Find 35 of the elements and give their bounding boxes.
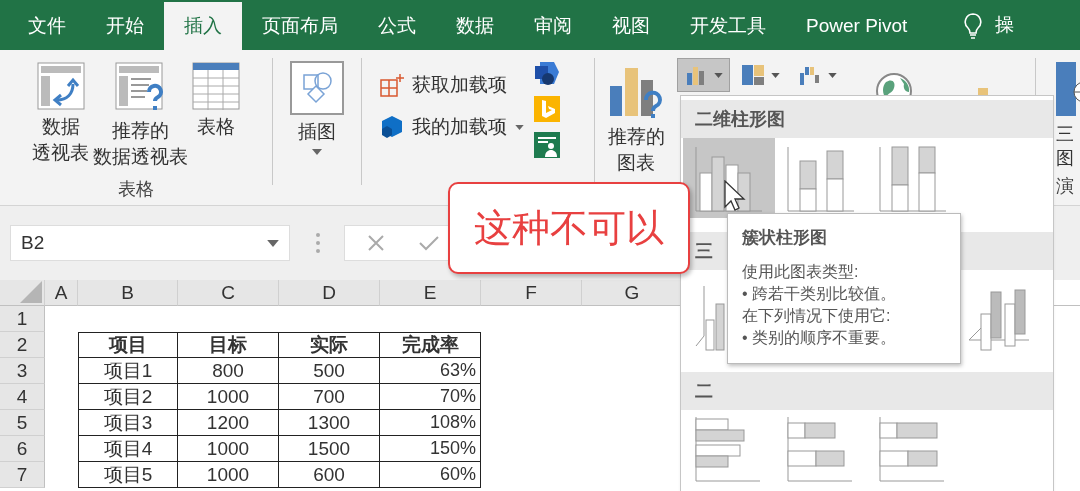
table-cell: 项目3: [78, 410, 178, 436]
table-cell: 项目2: [78, 384, 178, 410]
callout-box: 这种不可以: [448, 182, 690, 274]
tooltip-text: • 类别的顺序不重要。: [742, 328, 898, 348]
table-cell: 800: [178, 358, 279, 384]
table-cell: 60%: [380, 462, 481, 488]
table-cell: 1000: [178, 462, 279, 488]
table-cell: 1000: [178, 436, 279, 462]
table-header-cell: 实际: [279, 332, 380, 358]
table-cell: 1500: [279, 436, 380, 462]
table-cell: 700: [279, 384, 380, 410]
group-label: 演: [1056, 175, 1074, 198]
table-cell: 项目1: [78, 358, 178, 384]
tooltip-text: 使用此图表类型:: [742, 262, 860, 282]
table-cell: 500: [279, 358, 380, 384]
table-cell: 63%: [380, 358, 481, 384]
table-cell: 项目5: [78, 462, 178, 488]
tooltip-text: • 跨若干类别比较值。: [742, 284, 898, 304]
table-cell: 1300: [279, 410, 380, 436]
tooltip-text: 在下列情况下使用它:: [742, 306, 892, 326]
table-header-cell: 项目: [78, 332, 178, 358]
section-heading: 三: [695, 240, 713, 263]
section-heading: 二: [695, 380, 713, 403]
section-heading: 二维柱形图: [695, 108, 785, 131]
table-cell: 108%: [380, 410, 481, 436]
table-header-cell: 完成率: [380, 332, 481, 358]
table-cell: 70%: [380, 384, 481, 410]
table-cell: 1000: [178, 384, 279, 410]
table-header-cell: 目标: [178, 332, 279, 358]
table-cell: 1200: [178, 410, 279, 436]
table-cell: 150%: [380, 436, 481, 462]
table-cell: 600: [279, 462, 380, 488]
tooltip-title: 簇状柱形图: [742, 227, 828, 249]
table-cell: 项目4: [78, 436, 178, 462]
group-label: 表格: [118, 178, 154, 201]
